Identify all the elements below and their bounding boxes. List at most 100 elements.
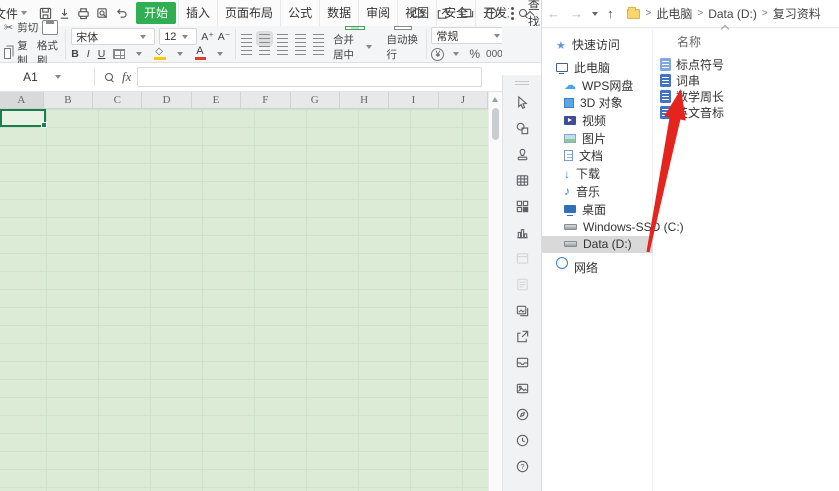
tab-home[interactable]: 开始: [136, 2, 176, 24]
align-right-button[interactable]: [277, 46, 288, 55]
nav-pictures[interactable]: 图片: [542, 129, 653, 147]
slides-image-icon[interactable]: [509, 297, 535, 323]
zoom-formula-icon[interactable]: [105, 73, 114, 82]
output-button[interactable]: [58, 7, 71, 20]
insert-function-button[interactable]: fx: [122, 69, 131, 85]
nav-quick-access[interactable]: 快速访问: [542, 36, 653, 54]
share-icon[interactable]: [436, 7, 449, 20]
compass-icon[interactable]: [509, 401, 535, 427]
decrease-indent-button[interactable]: [295, 34, 306, 43]
breadcrumb-drive-d[interactable]: Data (D:): [708, 7, 757, 21]
scrollbar-thumb[interactable]: [492, 108, 499, 140]
align-left-button[interactable]: [241, 46, 252, 55]
picture-icon[interactable]: [509, 375, 535, 401]
selected-cell-a1[interactable]: [0, 109, 46, 127]
up-button[interactable]: ↑: [607, 6, 614, 21]
tab-review[interactable]: 审阅: [358, 0, 397, 26]
breadcrumb-folder[interactable]: 复习资料: [773, 5, 821, 22]
collapse-ribbon-icon[interactable]: [526, 10, 534, 18]
cell-reference-box[interactable]: A1: [0, 70, 88, 84]
number-format-select[interactable]: 常规: [431, 27, 509, 44]
bold-button[interactable]: B: [71, 48, 79, 60]
new-window-icon[interactable]: [460, 7, 474, 19]
tab-page-layout[interactable]: 页面布局: [217, 0, 280, 26]
column-header-c[interactable]: C: [93, 92, 142, 108]
underline-button[interactable]: U: [98, 48, 106, 60]
undo-button[interactable]: [115, 7, 128, 20]
nav-3d-objects[interactable]: 3D 对象: [542, 94, 653, 112]
history-icon[interactable]: [509, 427, 535, 453]
formula-input[interactable]: [137, 67, 482, 87]
nav-drive-d[interactable]: Data (D:): [542, 236, 653, 254]
column-header-e[interactable]: E: [192, 92, 241, 108]
fill-color-button[interactable]: [154, 49, 166, 60]
save-button[interactable]: [39, 7, 52, 20]
column-header-i[interactable]: I: [389, 92, 438, 108]
blocks-icon[interactable]: [509, 193, 535, 219]
distribute-button[interactable]: [313, 46, 324, 55]
nav-downloads[interactable]: 下载: [542, 165, 653, 183]
align-top-button[interactable]: [241, 34, 252, 43]
spreadsheet-grid[interactable]: [0, 109, 488, 491]
wrap-text-button[interactable]: 自动换行: [381, 26, 424, 62]
column-header-a[interactable]: A: [0, 92, 44, 108]
chart-icon[interactable]: [509, 219, 535, 245]
print-preview-button[interactable]: [96, 7, 109, 20]
column-header-j[interactable]: J: [439, 92, 488, 108]
file-menu[interactable]: 文件: [0, 5, 18, 22]
nav-this-pc[interactable]: 此电脑: [542, 59, 653, 77]
font-color-button[interactable]: [195, 48, 206, 60]
column-header-f[interactable]: F: [241, 92, 290, 108]
name-column-header[interactable]: 名称: [654, 28, 839, 50]
italic-button[interactable]: I: [87, 48, 90, 60]
column-header-d[interactable]: D: [142, 92, 191, 108]
faded-pane-icon[interactable]: [509, 245, 535, 271]
help-icon[interactable]: ?: [485, 7, 498, 20]
align-bottom-button[interactable]: [277, 34, 288, 43]
recent-locations-icon[interactable]: [592, 12, 598, 16]
file-item[interactable]: 标点符号: [654, 56, 839, 72]
merge-center-button[interactable]: 合并居中: [328, 26, 381, 62]
nav-desktop[interactable]: 桌面: [542, 200, 653, 218]
align-center-button[interactable]: [259, 46, 270, 55]
align-middle-button[interactable]: [259, 34, 270, 43]
seal-icon[interactable]: [509, 141, 535, 167]
inbox-icon[interactable]: [509, 349, 535, 375]
more-icon[interactable]: [511, 12, 514, 15]
file-item[interactable]: 数学周长: [654, 88, 839, 104]
scroll-up-icon[interactable]: [492, 97, 498, 102]
tab-formulas[interactable]: 公式: [280, 0, 319, 26]
nav-music[interactable]: 音乐: [542, 183, 653, 201]
percent-button[interactable]: %: [469, 47, 480, 61]
breadcrumb-this-pc[interactable]: 此电脑: [656, 5, 692, 22]
cut-button[interactable]: 剪切: [17, 20, 38, 35]
nav-drive-c[interactable]: Windows-SSD (C:): [542, 218, 653, 236]
tab-insert[interactable]: 插入: [178, 0, 217, 26]
tab-data[interactable]: 数据: [319, 0, 358, 26]
thousands-button[interactable]: 000: [486, 49, 503, 60]
forward-button[interactable]: →: [570, 6, 583, 21]
cloud-sync-icon[interactable]: [410, 7, 425, 19]
increase-indent-button[interactable]: [313, 34, 324, 43]
borders-button[interactable]: [113, 49, 125, 59]
select-cursor-icon[interactable]: [509, 89, 535, 115]
share-pane-icon[interactable]: [509, 323, 535, 349]
justify-button[interactable]: [295, 46, 306, 55]
decrease-font-button[interactable]: A⁻: [218, 31, 231, 43]
sheet-vertical-scrollbar[interactable]: [488, 92, 501, 491]
question-icon[interactable]: ?: [509, 453, 535, 479]
paste-button[interactable]: [42, 20, 58, 35]
nav-videos[interactable]: 视频: [542, 112, 653, 130]
column-header-h[interactable]: H: [340, 92, 389, 108]
shapes-icon[interactable]: [509, 115, 535, 141]
increase-font-button[interactable]: A⁺: [201, 31, 214, 43]
print-button[interactable]: [77, 7, 90, 20]
nav-wps-cloud[interactable]: WPS网盘: [542, 76, 653, 94]
currency-button[interactable]: ¥: [431, 48, 444, 61]
font-name-select[interactable]: 宋体: [71, 28, 155, 45]
font-size-select[interactable]: 12: [159, 28, 197, 45]
faded-doc-icon[interactable]: [509, 271, 535, 297]
column-header-b[interactable]: B: [44, 92, 93, 108]
column-header-g[interactable]: G: [291, 92, 340, 108]
file-item[interactable]: 英文音标: [654, 104, 839, 120]
